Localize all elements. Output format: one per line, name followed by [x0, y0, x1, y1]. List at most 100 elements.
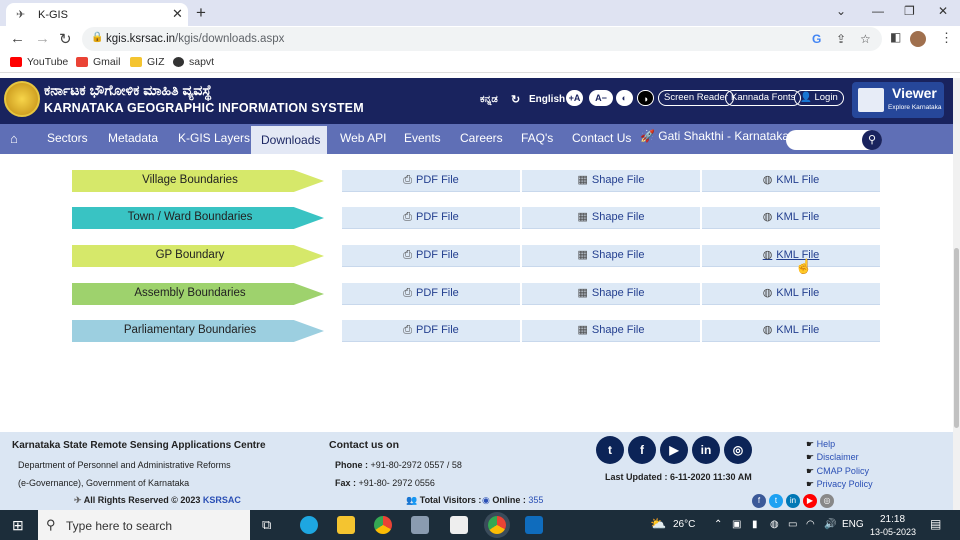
nav-events[interactable]: Events [394, 124, 451, 154]
search-icon[interactable]: ⚲ [862, 130, 882, 150]
tab-search-icon[interactable]: ⌄ [836, 4, 846, 18]
pdf-download-link[interactable]: ⎙ PDF File [342, 170, 520, 192]
instagram-icon[interactable]: ◎ [724, 436, 752, 464]
close-tab-icon[interactable]: ✕ [172, 6, 183, 22]
facebook-icon[interactable]: f [628, 436, 656, 464]
youtube-small-icon[interactable]: ▶ [803, 494, 817, 508]
shape-download-link[interactable]: ▦ Shape File [522, 245, 700, 267]
facebook-small-icon[interactable]: f [752, 494, 766, 508]
kml-download-link[interactable]: ◍ KML File [702, 245, 880, 267]
twitter-icon[interactable]: t [596, 436, 624, 464]
contrast-dark-icon[interactable]: ◑ [637, 90, 654, 106]
windows-start-icon[interactable]: ⊞ [12, 517, 24, 534]
nav-metadata[interactable]: Metadata [98, 124, 168, 154]
pdf-download-link[interactable]: ⎙ PDF File [342, 283, 520, 305]
home-icon[interactable]: ⌂ [10, 131, 18, 146]
footer-link-help[interactable]: ☛ Help [806, 439, 835, 450]
reload-icon[interactable]: ↻ [59, 30, 72, 48]
new-tab-button[interactable]: + [196, 3, 206, 23]
twitter-small-icon[interactable]: t [769, 494, 783, 508]
browser-tab[interactable]: ✈ K-GIS ✕ [6, 3, 188, 26]
google-icon[interactable]: G [812, 32, 821, 46]
font-decrease-button[interactable]: A− [589, 90, 613, 106]
bookmark-giz[interactable]: GIZ [130, 56, 165, 68]
tray-icon-3[interactable]: ◍ [770, 519, 779, 530]
nav-sectors[interactable]: Sectors [37, 124, 98, 154]
kml-download-link[interactable]: ◍ KML File [702, 170, 880, 192]
linkedin-small-icon[interactable]: in [786, 494, 800, 508]
forward-arrow-icon[interactable]: → [35, 30, 50, 47]
shape-download-link[interactable]: ▦ Shape File [522, 207, 700, 229]
battery-icon[interactable]: ▭ [788, 519, 797, 530]
screen-reader-button[interactable]: Screen Reader [658, 90, 734, 106]
scrollbar-thumb[interactable] [954, 248, 959, 428]
nav-faqs[interactable]: FAQ's [511, 124, 563, 154]
english-language-link[interactable]: English [529, 94, 565, 105]
nav-web-api[interactable]: Web API [330, 124, 396, 154]
nav-downloads[interactable]: Downloads [251, 124, 327, 154]
footer-link-disclaimer[interactable]: ☛ Disclaimer [806, 452, 859, 463]
linkedin-icon[interactable]: in [692, 436, 720, 464]
tray-icon-2[interactable]: ▮ [752, 519, 758, 530]
globe-icon: ◍ [762, 324, 773, 336]
minimize-button[interactable]: — [872, 4, 884, 18]
viewer-button[interactable]: Viewer Explore Karnataka [852, 82, 944, 118]
input-language[interactable]: ENG [842, 519, 864, 530]
contrast-light-icon[interactable]: ◐ [616, 90, 633, 106]
clock-time[interactable]: 21:18 [880, 514, 905, 525]
notification-icon[interactable]: ▤ [930, 517, 941, 531]
login-button[interactable]: 👤 Login [794, 90, 844, 106]
outlook-icon[interactable] [525, 516, 543, 534]
page-scrollbar[interactable] [953, 78, 960, 510]
share-small-icon[interactable]: ◎ [820, 494, 834, 508]
file-explorer-icon[interactable] [337, 516, 355, 534]
kannada-language-link[interactable]: ಕನ್ನಡ [480, 94, 498, 105]
chevron-up-icon[interactable]: ⌃ [714, 519, 722, 530]
pdf-download-link[interactable]: ⎙ PDF File [342, 245, 520, 267]
nav-kgis-layers[interactable]: K-GIS Layers [168, 124, 260, 154]
nav-careers[interactable]: Careers [450, 124, 513, 154]
pdf-download-link[interactable]: ⎙ PDF File [342, 320, 520, 342]
tray-icon-1[interactable]: ▣ [732, 519, 741, 530]
profile-avatar[interactable] [910, 31, 926, 47]
bookmark-sapvt[interactable]: sapvt [173, 56, 214, 68]
restore-button[interactable]: ❐ [904, 4, 915, 18]
kml-download-link[interactable]: ◍ KML File [702, 320, 880, 342]
footer-link-cmap[interactable]: ☛ CMAP Policy [806, 466, 869, 477]
star-icon[interactable]: ☆ [860, 32, 871, 46]
footer-link-privacy[interactable]: ☛ Privacy Policy [806, 479, 873, 490]
chrome-active-icon[interactable] [488, 516, 506, 534]
online-icon: ◉ [482, 495, 490, 505]
bookmark-gmail[interactable]: Gmail [76, 56, 120, 68]
share-icon[interactable]: ⇪ [836, 32, 846, 46]
language-toggle-icon[interactable]: ↻ [511, 93, 520, 106]
app-icon[interactable] [411, 516, 429, 534]
sidebar-icon[interactable]: ◧ [890, 30, 901, 44]
taskbar-search[interactable]: ⚲ Type here to search [38, 510, 250, 540]
wifi-icon[interactable]: ◠ [806, 519, 815, 530]
chrome-icon[interactable] [374, 516, 392, 534]
temperature[interactable]: 26°C [673, 519, 695, 530]
task-view-icon[interactable]: ⧉ [262, 517, 271, 533]
pdf-download-link[interactable]: ⎙ PDF File [342, 207, 520, 229]
close-window-button[interactable]: ✕ [938, 4, 948, 18]
kannada-fonts-button[interactable]: Kannada Fonts [725, 90, 802, 106]
kml-download-link[interactable]: ◍ KML File [702, 207, 880, 229]
menu-icon[interactable]: ⋮ [940, 30, 953, 46]
bookmark-youtube[interactable]: YouTube [10, 56, 68, 68]
youtube-icon[interactable]: ▶ [660, 436, 688, 464]
speaker-icon[interactable]: 🔊 [824, 519, 836, 530]
clock-date[interactable]: 13-05-2023 [870, 527, 916, 537]
address-bar[interactable]: 🔒 kgis.ksrsac.in/kgis/downloads.aspx G ⇪… [82, 27, 882, 51]
edge-icon[interactable] [300, 516, 318, 534]
back-arrow-icon[interactable]: ← [10, 30, 25, 47]
shape-download-link[interactable]: ▦ Shape File [522, 170, 700, 192]
nav-contact-us[interactable]: Contact Us [562, 124, 641, 154]
document-icon[interactable] [450, 516, 468, 534]
shape-download-link[interactable]: ▦ Shape File [522, 283, 700, 305]
kml-download-link[interactable]: ◍ KML File [702, 283, 880, 305]
globe-icon: ◍ [762, 211, 773, 223]
font-increase-button[interactable]: +A [566, 90, 583, 106]
gati-shakthi-link[interactable]: 🚀 Gati Shakthi - Karnataka [640, 129, 789, 143]
shape-download-link[interactable]: ▦ Shape File [522, 320, 700, 342]
